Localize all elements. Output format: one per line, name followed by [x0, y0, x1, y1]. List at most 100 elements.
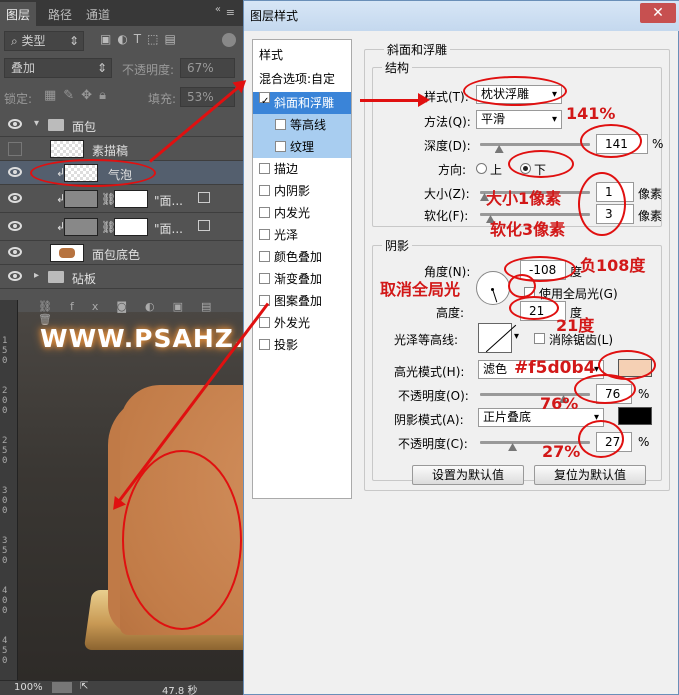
- disclosure-icon[interactable]: ▾: [34, 118, 39, 129]
- layer-thumbnail: [64, 190, 98, 208]
- layer-row-bread-base[interactable]: 面包底色: [0, 241, 243, 265]
- styles-header[interactable]: 样式: [253, 44, 351, 66]
- panel-bottom-icons[interactable]: ⛓fx◙◐▣▤🗑︎: [18, 300, 243, 326]
- annotation-oval-depth: [580, 124, 642, 158]
- filter-kind-select[interactable]: ⌕ 类型 ⇕: [4, 31, 84, 51]
- filter-toggle-icon[interactable]: [222, 33, 236, 47]
- checkbox[interactable]: [275, 119, 286, 130]
- collapse-icon[interactable]: «: [215, 4, 221, 15]
- ruler-tick: 0: [2, 556, 8, 566]
- annotation-sh-opacity: 27%: [542, 442, 581, 461]
- layer-row-bread-1[interactable]: ↲ ⛓ "面...: [0, 185, 243, 213]
- checkbox[interactable]: [259, 92, 270, 103]
- style-item-satin[interactable]: 光泽: [253, 224, 351, 246]
- layer-thumbnail: [50, 244, 84, 262]
- annotation-size: 大小1像素: [486, 189, 562, 208]
- layer-row-cutting-board-group[interactable]: ▸ 砧板: [0, 265, 243, 289]
- style-item-contour[interactable]: 等高线: [253, 114, 351, 136]
- checkbox[interactable]: [259, 229, 270, 240]
- checkbox[interactable]: [259, 273, 270, 284]
- status-time: 47.8 秒: [162, 686, 198, 695]
- ruler-tick: 3: [2, 486, 8, 496]
- direction-label: 方向:: [438, 163, 467, 177]
- search-icon: ⌕: [11, 34, 22, 48]
- visibility-eye-icon[interactable]: [8, 193, 22, 203]
- style-item-stroke[interactable]: 描边: [253, 158, 351, 180]
- checkbox[interactable]: [259, 339, 270, 350]
- style-item-inner-glow[interactable]: 内发光: [253, 202, 351, 224]
- tab-layers[interactable]: 图层: [0, 2, 37, 29]
- opacity-label: 不透明度:: [122, 63, 175, 77]
- gloss-contour-label: 光泽等高线:: [394, 333, 459, 347]
- disclosure-icon[interactable]: ▸: [34, 270, 39, 281]
- style-item-pattern-overlay[interactable]: 图案叠加: [253, 290, 351, 312]
- layer-name: 素描稿: [92, 144, 129, 158]
- direction-up-radio[interactable]: [476, 163, 487, 174]
- method-label: 方法(Q):: [424, 115, 471, 129]
- checkbox[interactable]: [275, 141, 286, 152]
- shadow-color-swatch[interactable]: [618, 407, 652, 425]
- antialias-checkbox[interactable]: [534, 333, 545, 344]
- angle-dial[interactable]: [476, 271, 510, 305]
- lock-label: 锁定:: [4, 92, 33, 106]
- style-item-drop-shadow[interactable]: 投影: [253, 334, 351, 356]
- status-icon[interactable]: [52, 682, 72, 693]
- layer-row-sketch[interactable]: 素描稿: [0, 137, 243, 161]
- ruler-tick: 0: [2, 396, 8, 406]
- visibility-eye-icon[interactable]: [8, 221, 22, 231]
- filter-icons[interactable]: ▣◐T⬚▤: [100, 32, 182, 46]
- visibility-eye-icon[interactable]: [8, 167, 22, 177]
- ruler-tick: 0: [2, 506, 8, 516]
- close-icon[interactable]: ✕: [640, 3, 676, 23]
- blend-options-item[interactable]: 混合选项:自定: [253, 68, 351, 90]
- style-item-texture[interactable]: 纹理: [253, 136, 351, 158]
- set-default-button[interactable]: 设置为默认值: [412, 465, 524, 485]
- layer-name: 砧板: [72, 272, 97, 286]
- style-item-outer-glow[interactable]: 外发光: [253, 312, 351, 334]
- checkbox[interactable]: [259, 207, 270, 218]
- tab-channels[interactable]: 通道: [86, 6, 110, 23]
- visibility-off-box[interactable]: [8, 142, 22, 156]
- smart-object-icon: [198, 220, 210, 231]
- ruler-tick: 4: [2, 586, 8, 596]
- annotation-altitude: 21度: [556, 316, 595, 335]
- visibility-eye-icon[interactable]: [8, 271, 22, 281]
- tab-paths[interactable]: 路径: [48, 6, 72, 23]
- style-item-inner-shadow[interactable]: 内阴影: [253, 180, 351, 202]
- lock-icons[interactable]: ▦✎✥🔒︎: [44, 88, 113, 103]
- panel-menu-icon[interactable]: ≡: [226, 6, 235, 19]
- style-item-gradient-overlay[interactable]: 渐变叠加: [253, 268, 351, 290]
- size-label: 大小(Z):: [424, 187, 470, 201]
- visibility-eye-icon[interactable]: [8, 119, 22, 129]
- reset-default-button[interactable]: 复位为默认值: [534, 465, 646, 485]
- blend-mode-select[interactable]: 叠加 ⇕: [4, 58, 112, 78]
- shadow-mode-label: 阴影模式(A):: [394, 413, 464, 427]
- checkbox[interactable]: [259, 163, 270, 174]
- annotation-oval-altitude: [509, 296, 559, 320]
- style-item-color-overlay[interactable]: 颜色叠加: [253, 246, 351, 268]
- ruler-tick: 2: [2, 436, 8, 446]
- ruler-tick: 0: [2, 356, 8, 366]
- layer-row-bread-2[interactable]: ↲ ⛓ "面...: [0, 213, 243, 241]
- share-icon[interactable]: ⇱: [80, 681, 88, 692]
- checkbox[interactable]: [259, 317, 270, 328]
- annotation-oval-size: [578, 172, 626, 236]
- ruler-tick: 0: [2, 406, 8, 416]
- zoom-level[interactable]: 100%: [14, 682, 43, 693]
- method-select[interactable]: 平滑: [476, 110, 562, 129]
- opacity-field[interactable]: 67%: [180, 58, 235, 78]
- visibility-eye-icon[interactable]: [8, 247, 22, 257]
- depth-label: 深度(D):: [424, 139, 471, 153]
- annotation-soften: 软化3像素: [490, 220, 566, 239]
- chevron-down-icon[interactable]: ▾: [514, 331, 519, 342]
- annotation-oval-style: [463, 76, 567, 106]
- gloss-contour-preview[interactable]: [478, 323, 517, 353]
- altitude-label: 高度:: [436, 306, 465, 320]
- checkbox[interactable]: [259, 251, 270, 262]
- annotation-oval-canvas: [122, 450, 242, 630]
- style-item-bevel[interactable]: 斜面和浮雕: [253, 92, 351, 114]
- layer-row-bread-group[interactable]: ▾ 面包: [0, 113, 243, 137]
- depth-slider[interactable]: [480, 143, 590, 146]
- annotation-angle: 负108度: [580, 256, 646, 275]
- checkbox[interactable]: [259, 185, 270, 196]
